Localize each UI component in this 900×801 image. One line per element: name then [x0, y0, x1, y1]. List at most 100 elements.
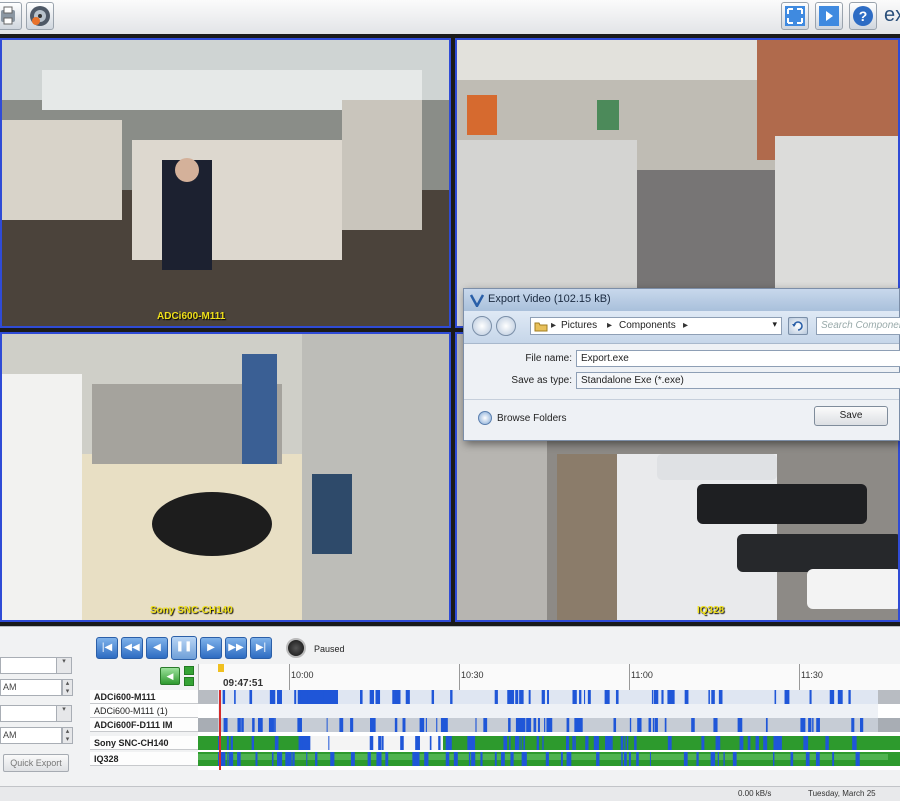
motion-event-mark — [541, 690, 545, 704]
date-select-2[interactable] — [0, 705, 62, 722]
refresh-icon — [792, 321, 803, 331]
disc-button[interactable] — [26, 2, 54, 30]
file-name-input[interactable]: Export.exe — [576, 350, 900, 367]
record-button[interactable] — [286, 638, 306, 658]
camera-view-2[interactable] — [455, 38, 900, 328]
row-label-text: IQ328 — [94, 754, 119, 764]
motion-event-mark — [220, 752, 226, 766]
date-select-1[interactable] — [0, 657, 62, 674]
motion-event-mark — [507, 690, 512, 704]
printer-icon — [1, 6, 15, 25]
skip-to-start-button[interactable]: |◀ — [96, 637, 118, 659]
motion-event-mark — [307, 690, 310, 704]
chevron-down-icon[interactable]: ▾ — [772, 319, 777, 330]
motion-event-mark — [773, 736, 779, 750]
chevron-down-icon[interactable]: ▾ — [56, 657, 72, 674]
timeline-row-label[interactable]: ADCi600-M111 — [90, 690, 198, 704]
dialog-titlebar[interactable]: Export Video (102.15 kB) — [464, 289, 899, 311]
motion-event-mark — [547, 690, 549, 704]
motion-event-mark — [514, 736, 520, 750]
timeline-row-label[interactable]: ADCi600-M111 (1) — [90, 704, 198, 718]
motion-event-mark — [566, 736, 570, 750]
motion-event-mark — [394, 718, 398, 732]
motion-event-mark — [701, 736, 705, 750]
motion-event-mark — [628, 752, 631, 766]
rewind-button[interactable]: ◀◀ — [121, 637, 143, 659]
timeline-ruler[interactable]: 10:00 10:30 11:00 11:30 09:47:51 — [198, 664, 900, 690]
back-button[interactable] — [472, 316, 492, 336]
motion-event-mark — [620, 736, 624, 750]
motion-event-mark — [503, 736, 508, 750]
save-as-type-select[interactable]: Standalone Exe (*.exe) — [576, 372, 900, 389]
motion-event-mark — [615, 690, 619, 704]
refresh-button[interactable] — [788, 317, 808, 335]
motion-event-mark — [520, 736, 522, 750]
chevron-down-icon[interactable]: ▾ — [56, 705, 72, 722]
motion-event-mark — [815, 752, 820, 766]
motion-event-mark — [229, 752, 232, 766]
skip-to-end-button[interactable]: ▶| — [250, 637, 272, 659]
save-button[interactable]: Save — [814, 406, 888, 426]
motion-event-mark — [594, 736, 599, 750]
motion-event-mark — [605, 690, 609, 704]
fullscreen-button[interactable] — [781, 2, 809, 30]
motion-event-mark — [501, 752, 505, 766]
motion-event-mark — [445, 718, 448, 732]
time-spinner-2[interactable]: ▴ ▾ — [62, 727, 73, 744]
search-input[interactable]: Search Components — [816, 317, 900, 335]
pause-button[interactable]: ❚❚ — [171, 636, 197, 660]
timeline-row-label[interactable]: Sony SNC-CH140 — [90, 736, 198, 750]
fast-forward-button[interactable]: ▶▶ — [225, 637, 247, 659]
time-spinner-1[interactable]: ▴ ▾ — [62, 679, 73, 696]
motion-event-mark — [485, 718, 488, 732]
zoom-in-button[interactable] — [184, 666, 194, 675]
quick-export-button[interactable]: Quick Export — [3, 754, 69, 772]
playhead-marker[interactable] — [218, 664, 224, 672]
layout-button[interactable] — [815, 2, 843, 30]
motion-event-mark — [292, 752, 295, 766]
camera-view-3[interactable]: Sony SNC-CH140 — [0, 332, 451, 622]
tick-label: 11:00 — [631, 670, 653, 680]
motion-event-mark — [577, 718, 583, 732]
print-button[interactable] — [0, 2, 22, 30]
motion-event-mark — [572, 736, 575, 750]
breadcrumb-pictures[interactable]: Pictures — [561, 320, 597, 331]
motion-event-mark — [784, 690, 790, 704]
zoom-out-button[interactable] — [184, 677, 194, 686]
play-button[interactable]: ▶ — [200, 637, 222, 659]
fullscreen-icon — [785, 6, 805, 26]
address-bar[interactable]: ▸ Pictures ▸ Components ▸ ▾ — [530, 317, 782, 335]
browse-folders-link[interactable]: Browse Folders — [497, 413, 566, 424]
forward-button[interactable] — [496, 316, 516, 336]
motion-event-mark — [636, 752, 639, 766]
timeline-row-label[interactable]: ADCi600F-D111 IM — [90, 718, 198, 732]
motion-event-mark — [667, 736, 672, 750]
expand-icon[interactable] — [478, 411, 492, 425]
motion-event-mark — [440, 718, 446, 732]
motion-event-mark — [713, 718, 718, 732]
motion-event-mark — [392, 690, 395, 704]
row-label-text: ADCi600-M111 (1) — [94, 706, 168, 716]
timeline-back-button[interactable]: ◀ — [160, 667, 180, 685]
current-time-label: 09:47:51 — [223, 678, 264, 689]
time-input-2[interactable]: AM — [0, 727, 62, 744]
timeline-row-label[interactable]: IQ328 — [90, 752, 198, 766]
disc-icon — [30, 6, 50, 26]
motion-event-mark — [718, 690, 723, 704]
camera-view-1[interactable]: ADCi600-M111 — [0, 38, 451, 328]
motion-event-mark — [375, 690, 381, 704]
motion-event-mark — [624, 752, 627, 766]
step-back-icon: ◀ — [153, 642, 161, 653]
timeline-tracks[interactable] — [198, 690, 900, 770]
motion-event-mark — [777, 736, 782, 750]
motion-event-mark — [429, 736, 432, 750]
motion-event-mark — [425, 718, 427, 732]
motion-event-mark — [237, 752, 241, 766]
step-back-button[interactable]: ◀ — [146, 637, 168, 659]
breadcrumb-components[interactable]: Components — [619, 320, 676, 331]
time-input-1[interactable]: AM — [0, 679, 62, 696]
motion-event-mark — [385, 752, 389, 766]
help-button[interactable]: ? — [849, 2, 877, 30]
motion-event-mark — [825, 736, 829, 750]
motion-event-mark — [328, 736, 330, 750]
